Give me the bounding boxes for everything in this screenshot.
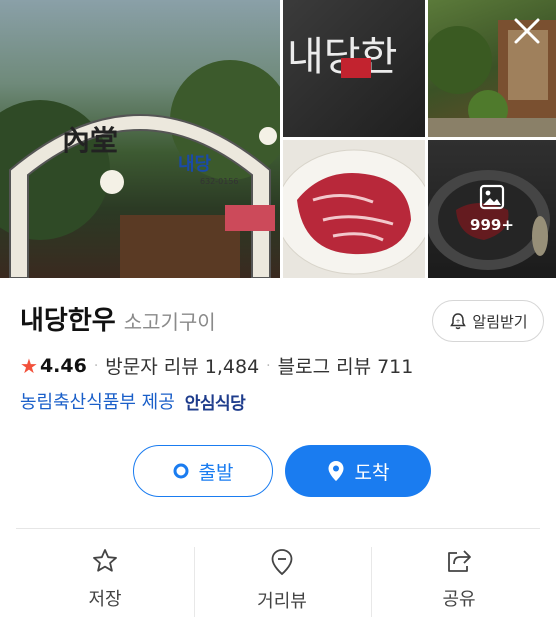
start-point-icon: [173, 463, 189, 479]
badge-row: 농림축산식품부 제공 안심식당: [20, 388, 246, 414]
more-photos-overlay[interactable]: 999+: [428, 140, 556, 278]
photo-gallery: 內堂 내당 632-0156 내당한 999+: [0, 0, 556, 278]
image-icon: [479, 184, 505, 210]
provider-text: 농림축산식품부 제공: [20, 392, 175, 413]
svg-text:+: +: [456, 318, 461, 325]
star-icon: ★: [20, 353, 38, 378]
rating-value: 4.46: [39, 354, 87, 377]
arrive-button[interactable]: 도착: [285, 445, 431, 497]
location-pin-icon: [328, 461, 344, 481]
photo-grill-more[interactable]: 999+: [428, 140, 556, 278]
photo-sign[interactable]: 내당한: [283, 0, 425, 137]
safe-restaurant-badge: 안심식당: [184, 393, 246, 414]
gate-phone-text: 632-0156: [200, 177, 239, 186]
streetview-label: 거리뷰: [257, 591, 307, 612]
alert-button[interactable]: + 알림받기: [432, 300, 544, 342]
streetview-button[interactable]: 거리뷰: [192, 547, 372, 617]
start-label: 출발: [198, 461, 234, 484]
share-icon: [448, 550, 471, 572]
arrive-label: 도착: [354, 461, 390, 484]
close-button[interactable]: [510, 14, 544, 48]
gate-korean-text: 내당: [178, 154, 212, 175]
save-button[interactable]: 저장: [15, 547, 195, 617]
blog-reviews-link[interactable]: 블로그 리뷰 711: [278, 352, 414, 379]
bell-icon: +: [450, 313, 467, 330]
start-button[interactable]: 출발: [133, 445, 273, 497]
close-icon: [514, 18, 540, 44]
alert-label: 알림받기: [472, 312, 528, 331]
photo-meat[interactable]: [283, 140, 425, 278]
more-photos-count: 999+: [470, 216, 514, 234]
stats-row: ★ 4.46 · 방문자 리뷰 1,484 · 블로그 리뷰 711: [20, 352, 413, 379]
sign-illustration: 내당한: [287, 34, 397, 80]
gate-hanja-text: 內堂: [62, 124, 118, 157]
separator-dot: ·: [93, 357, 99, 374]
share-label: 공유: [442, 589, 476, 610]
save-label: 저장: [88, 589, 122, 610]
separator-dot: ·: [266, 357, 271, 374]
star-outline-icon: [93, 549, 117, 572]
meat-illustration: [283, 149, 425, 275]
title-row: 내당한우 소고기구이: [20, 300, 216, 337]
photo-main-gate[interactable]: 內堂 내당 632-0156: [0, 0, 280, 278]
gate-illustration: 內堂 내당 632-0156: [0, 60, 280, 278]
place-name: 내당한우: [20, 306, 116, 336]
place-category: 소고기구이: [123, 310, 216, 334]
streetview-pin-icon: [271, 549, 293, 576]
share-button[interactable]: 공유: [369, 547, 549, 617]
section-divider: [16, 528, 540, 529]
visitor-reviews-link[interactable]: 방문자 리뷰 1,484: [105, 352, 259, 379]
